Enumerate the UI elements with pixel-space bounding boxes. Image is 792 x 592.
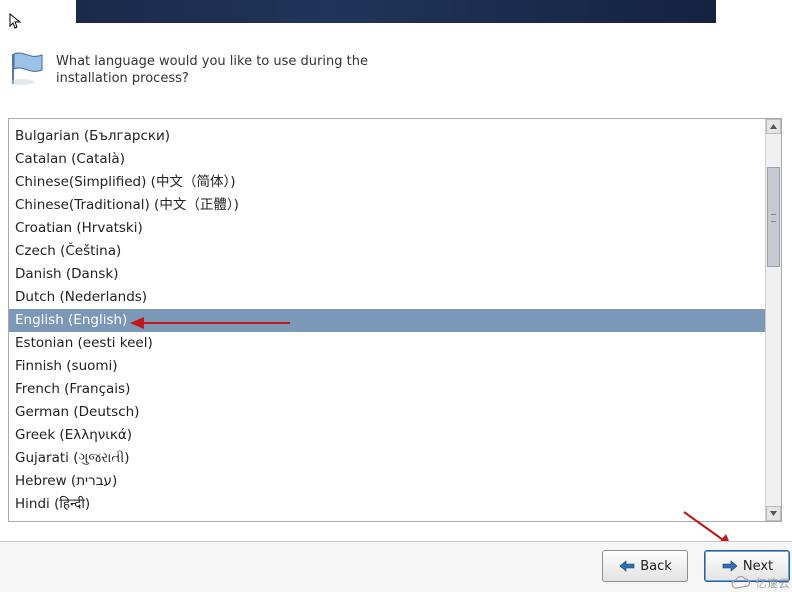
language-option[interactable]: Bulgarian (Български) — [9, 125, 765, 148]
language-option[interactable]: Catalan (Català) — [9, 148, 765, 171]
language-option[interactable]: Gujarati (ગુજરાતી) — [9, 447, 765, 470]
next-button-label: Next — [743, 559, 773, 574]
language-option[interactable]: Dutch (Nederlands) — [9, 286, 765, 309]
language-option[interactable]: German (Deutsch) — [9, 401, 765, 424]
language-option[interactable]: Finnish (suomi) — [9, 355, 765, 378]
scroll-thumb[interactable] — [767, 167, 780, 267]
language-option[interactable]: Danish (Dansk) — [9, 263, 765, 286]
language-list[interactable]: Bulgarian (Български)Catalan (Català)Chi… — [8, 118, 782, 522]
footer: Back Next 亿速云 — [0, 541, 792, 592]
language-option[interactable]: Hindi (हिन्दी) — [9, 493, 765, 516]
back-button[interactable]: Back — [602, 550, 688, 582]
mouse-cursor-icon — [9, 13, 23, 31]
language-option[interactable]: Croatian (Hrvatski) — [9, 217, 765, 240]
language-option[interactable]: English (English) — [9, 309, 765, 332]
scrollbar[interactable] — [765, 119, 781, 521]
flag-icon — [6, 50, 46, 86]
arrow-left-icon — [618, 559, 636, 573]
language-option[interactable]: Czech (Čeština) — [9, 240, 765, 263]
watermark: 亿速云 — [730, 575, 791, 591]
language-option[interactable]: Estonian (eesti keel) — [9, 332, 765, 355]
language-option[interactable]: Greek (Ελληνικά) — [9, 424, 765, 447]
watermark-text: 亿速云 — [756, 575, 791, 591]
installer-banner — [76, 0, 716, 23]
cloud-icon — [730, 576, 752, 590]
scroll-up-button[interactable] — [766, 119, 781, 134]
language-option[interactable]: Chinese(Simplified) (中文（简体）) — [9, 171, 765, 194]
language-option[interactable]: Hebrew (עברית) — [9, 470, 765, 493]
arrow-right-icon — [721, 559, 739, 573]
prompt-text: What language would you like to use duri… — [56, 50, 386, 88]
language-option[interactable]: French (Français) — [9, 378, 765, 401]
back-button-label: Back — [640, 559, 672, 574]
prompt-row: What language would you like to use duri… — [6, 50, 766, 94]
language-option[interactable]: Chinese(Traditional) (中文（正體）) — [9, 194, 765, 217]
scroll-down-button[interactable] — [766, 506, 781, 521]
